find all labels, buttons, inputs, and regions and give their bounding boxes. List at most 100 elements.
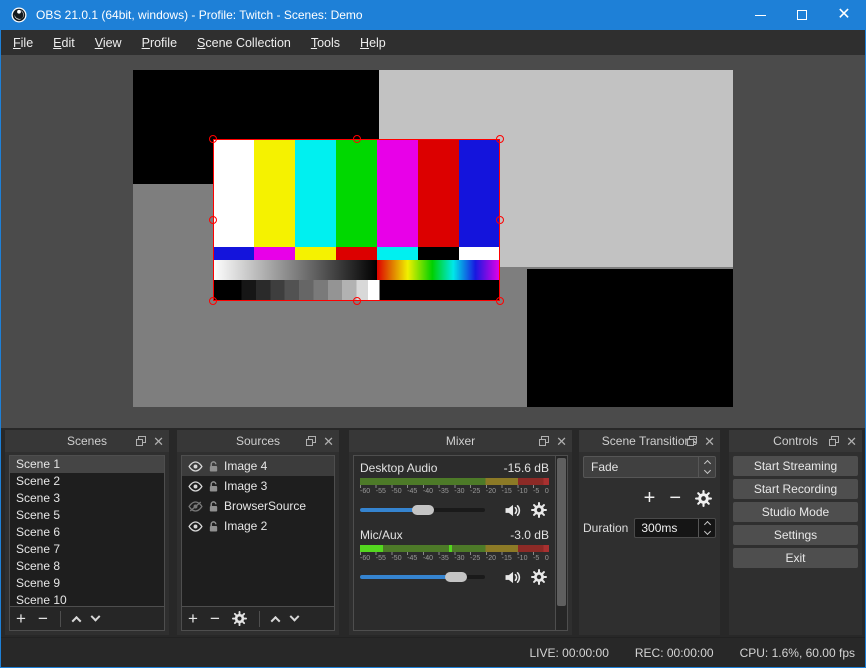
move-source-down-button[interactable] xyxy=(291,610,298,628)
move-scene-down-button[interactable] xyxy=(92,610,99,628)
close-panel-icon[interactable]: ✕ xyxy=(846,435,857,448)
visible-eye-icon[interactable] xyxy=(188,461,203,472)
scene-transitions-panel: Scene Transitions ✕ Fade + − Duration xyxy=(579,430,720,635)
cpu-fps-stats: CPU: 1.6%, 60.00 fps xyxy=(740,646,855,660)
scene-list-item[interactable]: Scene 5 xyxy=(10,507,164,524)
scene-canvas[interactable] xyxy=(133,70,733,407)
close-panel-icon[interactable]: ✕ xyxy=(704,435,715,448)
start-streaming-button[interactable]: Start Streaming xyxy=(733,456,858,476)
menu-file[interactable]: File xyxy=(3,32,43,54)
float-panel-icon[interactable] xyxy=(829,436,839,446)
mute-speaker-icon[interactable] xyxy=(503,503,523,518)
scene-list-item[interactable]: Scene 9 xyxy=(10,575,164,592)
move-scene-up-button[interactable] xyxy=(73,610,80,628)
selection-handle-midleft[interactable] xyxy=(209,216,217,224)
volume-slider-handle[interactable] xyxy=(412,505,434,515)
float-panel-icon[interactable] xyxy=(136,436,146,446)
source-name: BrowserSource xyxy=(224,499,306,513)
transition-select[interactable]: Fade xyxy=(583,456,716,478)
lock-icon[interactable] xyxy=(208,460,219,473)
float-panel-icon[interactable] xyxy=(539,436,549,446)
scrollbar-thumb[interactable] xyxy=(557,458,566,606)
channel-settings-gear-icon[interactable] xyxy=(529,569,549,585)
close-button[interactable]: ✕ xyxy=(823,0,865,30)
studio-mode-button[interactable]: Studio Mode xyxy=(733,502,858,522)
close-panel-icon[interactable]: ✕ xyxy=(556,435,567,448)
move-source-up-button[interactable] xyxy=(272,610,279,628)
source-name: Image 4 xyxy=(224,459,267,473)
selection-handle-midright[interactable] xyxy=(496,216,504,224)
menu-profile[interactable]: Profile xyxy=(132,32,187,54)
dock-panels: Scenes ✕ Scene 1 Scene 2 Scene 3 Scene 5… xyxy=(1,428,865,637)
volume-slider[interactable] xyxy=(360,508,485,512)
scene-list-item[interactable]: Scene 6 xyxy=(10,524,164,541)
lock-icon[interactable] xyxy=(208,480,219,493)
duration-label: Duration xyxy=(583,521,628,535)
remove-transition-button[interactable]: − xyxy=(669,488,681,508)
controls-panel: Controls ✕ Start Streaming Start Recordi… xyxy=(729,430,862,635)
selection-handle-bottomleft[interactable] xyxy=(209,297,217,305)
minimize-button[interactable] xyxy=(739,0,781,30)
scenes-toolbar: + − xyxy=(10,606,164,630)
remove-source-button[interactable]: − xyxy=(210,610,220,627)
volume-slider-handle[interactable] xyxy=(445,572,467,582)
lock-icon[interactable] xyxy=(208,500,219,513)
source-list-item[interactable]: Image 2 xyxy=(182,516,334,536)
start-recording-button[interactable]: Start Recording xyxy=(733,479,858,499)
selection-handle-topleft[interactable] xyxy=(209,135,217,143)
visible-eye-icon[interactable] xyxy=(188,521,203,532)
maximize-button[interactable] xyxy=(781,0,823,30)
add-scene-button[interactable]: + xyxy=(16,610,26,627)
controls-panel-header[interactable]: Controls ✕ xyxy=(729,430,862,452)
scene-list-item[interactable]: Scene 3 xyxy=(10,490,164,507)
scene-list-item[interactable]: Scene 8 xyxy=(10,558,164,575)
selection-handle-bottommid[interactable] xyxy=(353,297,361,305)
menu-tools[interactable]: Tools xyxy=(301,32,350,54)
transition-properties-gear-icon[interactable] xyxy=(695,490,712,507)
scenes-panel-header[interactable]: Scenes ✕ xyxy=(5,430,169,452)
transitions-panel-header[interactable]: Scene Transitions ✕ xyxy=(579,430,720,452)
duration-spinbox[interactable]: 300ms xyxy=(634,518,716,538)
selection-handle-topright[interactable] xyxy=(496,135,504,143)
mixer-scrollbar[interactable] xyxy=(555,456,567,630)
menu-scene-collection[interactable]: Scene Collection xyxy=(187,32,301,54)
scene-list-item[interactable]: Scene 10 xyxy=(10,592,164,606)
volume-slider[interactable] xyxy=(360,575,485,579)
menu-help[interactable]: Help xyxy=(350,32,396,54)
menu-edit[interactable]: Edit xyxy=(43,32,85,54)
selected-testcard-source[interactable] xyxy=(213,139,500,301)
float-panel-icon[interactable] xyxy=(687,436,697,446)
visible-eye-icon[interactable] xyxy=(188,481,203,492)
selection-handle-bottomright[interactable] xyxy=(496,297,504,305)
mixer-panel-header[interactable]: Mixer ✕ xyxy=(349,430,572,452)
combo-spinner[interactable] xyxy=(698,457,715,477)
duration-spinner[interactable] xyxy=(698,519,715,537)
toolbar-separator xyxy=(259,611,260,627)
close-panel-icon[interactable]: ✕ xyxy=(153,435,164,448)
source-list-item[interactable]: BrowserSource xyxy=(182,496,334,516)
float-panel-icon[interactable] xyxy=(306,436,316,446)
remove-scene-button[interactable]: − xyxy=(38,610,48,627)
source-properties-gear-icon[interactable] xyxy=(232,611,247,626)
add-source-button[interactable]: + xyxy=(188,610,198,627)
close-panel-icon[interactable]: ✕ xyxy=(323,435,334,448)
add-transition-button[interactable]: + xyxy=(644,488,656,508)
source-list-item[interactable]: Image 3 xyxy=(182,476,334,496)
toolbar-separator xyxy=(60,611,61,627)
scene-list-item[interactable]: Scene 2 xyxy=(10,473,164,490)
mute-speaker-icon[interactable] xyxy=(503,570,523,585)
canvas-black-rect-bottomright[interactable] xyxy=(527,269,733,407)
selection-handle-topmid[interactable] xyxy=(353,135,361,143)
settings-button[interactable]: Settings xyxy=(733,525,858,545)
source-list-item[interactable]: Image 4 xyxy=(182,456,334,476)
scenes-list: Scene 1 Scene 2 Scene 3 Scene 5 Scene 6 … xyxy=(10,456,164,606)
sources-panel-header[interactable]: Sources ✕ xyxy=(177,430,339,452)
scene-list-item[interactable]: Scene 7 xyxy=(10,541,164,558)
scene-list-item[interactable]: Scene 1 xyxy=(10,456,164,473)
transition-selected-value: Fade xyxy=(584,460,698,474)
lock-icon[interactable] xyxy=(208,520,219,533)
channel-settings-gear-icon[interactable] xyxy=(529,502,549,518)
exit-button[interactable]: Exit xyxy=(733,548,858,568)
menu-view[interactable]: View xyxy=(85,32,132,54)
hidden-eye-icon[interactable] xyxy=(188,501,203,512)
